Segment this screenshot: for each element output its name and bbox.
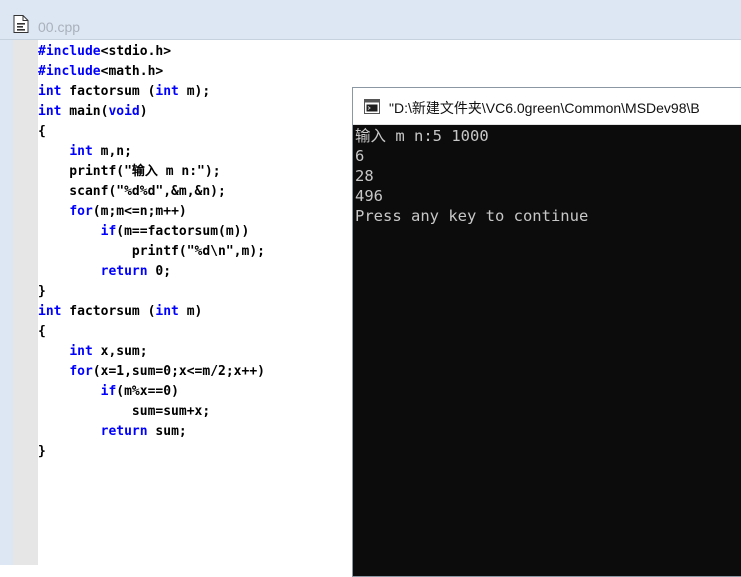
code-line: int main(void) <box>38 102 358 122</box>
code-text: scanf("%d%d",&m,&n); <box>38 184 226 199</box>
code-keyword: int <box>69 144 93 159</box>
code-keyword: return <box>100 424 148 439</box>
code-text: main( <box>61 104 109 119</box>
code-line: #include<math.h> <box>38 62 358 82</box>
console-window-title: "D:\新建文件夹\VC6.0green\Common\MSDev98\B <box>389 100 700 116</box>
code-text: <math.h> <box>100 64 164 79</box>
code-text: (m;m<=n;m++) <box>92 204 187 219</box>
console-output-line: 28 <box>355 167 374 185</box>
code-text: { <box>38 124 46 139</box>
editor-window-title: 00.cpp <box>38 19 81 35</box>
code-keyword: int <box>38 104 62 119</box>
code-text: printf("输入 m n:"); <box>38 164 221 179</box>
code-keyword: void <box>108 104 140 119</box>
code-text: } <box>38 444 46 459</box>
code-text: 0; <box>147 264 172 279</box>
code-editor[interactable]: #include<stdio.h> #include<math.h> int fac… <box>38 42 358 562</box>
code-text: x,sum; <box>92 344 148 359</box>
code-text: <stdio.h> <box>100 44 172 59</box>
code-keyword: #include <box>38 44 101 59</box>
code-line: printf("输入 m n:"); <box>38 162 358 182</box>
console-titlebar[interactable]: "D:\新建文件夹\VC6.0green\Common\MSDev98\B <box>353 88 741 125</box>
console-output-line: 496 <box>355 187 383 205</box>
code-text: factorsum ( <box>61 304 156 319</box>
cpp-source-file-icon <box>13 15 29 33</box>
code-keyword: int <box>38 84 62 99</box>
code-text: sum=sum+x; <box>38 404 211 419</box>
code-text: sum; <box>147 424 187 439</box>
code-text: m,n; <box>92 144 132 159</box>
code-keyword: int <box>38 304 62 319</box>
code-line: if(m==factorsum(m)) <box>38 222 358 242</box>
code-line: scanf("%d%d",&m,&n); <box>38 182 358 202</box>
code-text: (m==factorsum(m)) <box>116 224 250 239</box>
code-text: m) <box>178 304 203 319</box>
console-output-line: 6 <box>355 147 365 165</box>
code-line: int m,n; <box>38 142 358 162</box>
code-keyword: int <box>155 304 179 319</box>
code-text: m); <box>178 84 211 99</box>
console-output-line: Press any key to continue <box>355 207 589 225</box>
code-line: { <box>38 322 358 342</box>
code-line: #include<stdio.h> <box>38 42 358 62</box>
code-text: factorsum ( <box>61 84 156 99</box>
code-line: for(m;m<=n;m++) <box>38 202 358 222</box>
code-text: (m%x==0) <box>116 384 179 399</box>
code-keyword: if <box>100 224 117 239</box>
code-line: { <box>38 122 358 142</box>
code-text: (x=1,sum=0;x<=m/2;x++) <box>92 364 265 379</box>
code-keyword: int <box>155 84 179 99</box>
code-line: } <box>38 282 358 302</box>
code-keyword: return <box>100 264 148 279</box>
editor-titlebar: 00.cpp <box>0 0 741 40</box>
code-line: int factorsum (int m) <box>38 302 358 322</box>
code-keyword: int <box>69 344 93 359</box>
code-text: ) <box>139 104 148 119</box>
editor-left-border <box>0 40 13 565</box>
code-line: int x,sum; <box>38 342 358 362</box>
console-window[interactable]: "D:\新建文件夹\VC6.0green\Common\MSDev98\B 输入… <box>352 87 741 577</box>
code-line: int factorsum (int m); <box>38 82 358 102</box>
console-output: 输入 m n:5 1000 6 28 496 Press any key to cont… <box>355 126 741 226</box>
code-text: } <box>38 284 46 299</box>
code-text: printf("%d\n",m); <box>38 244 265 259</box>
code-line: } <box>38 442 358 462</box>
code-line: printf("%d\n",m); <box>38 242 358 262</box>
code-line: sum=sum+x; <box>38 402 358 422</box>
code-line: if(m%x==0) <box>38 382 358 402</box>
code-keyword: #include <box>38 64 101 79</box>
code-keyword: for <box>69 204 93 219</box>
code-line: for(x=1,sum=0;x<=m/2;x++) <box>38 362 358 382</box>
code-keyword: for <box>69 364 93 379</box>
code-text: { <box>38 324 46 339</box>
code-keyword: if <box>100 384 117 399</box>
console-window-icon <box>364 99 380 114</box>
code-line: return sum; <box>38 422 358 442</box>
console-output-line: 输入 m n:5 1000 <box>355 127 489 145</box>
code-line: return 0; <box>38 262 358 282</box>
editor-selection-margin[interactable] <box>13 40 38 565</box>
